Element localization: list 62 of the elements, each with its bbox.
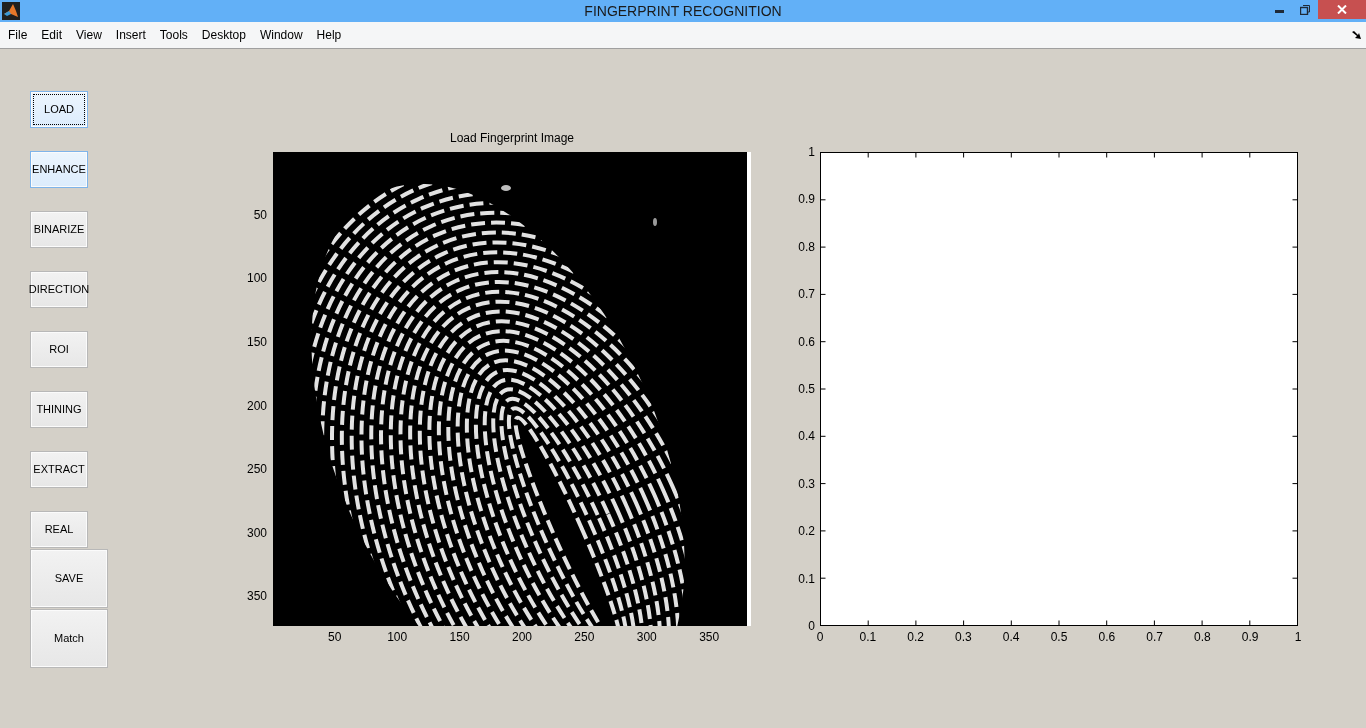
x-tick-label: 0.8 [1194, 630, 1211, 644]
y-tick-label: 0.9 [798, 192, 815, 207]
y-tick-label: 150 [246, 334, 267, 349]
restore-icon [1300, 4, 1310, 15]
x-tick-label: 0.6 [1098, 630, 1116, 644]
x-tick-label: 0.5 [1050, 630, 1068, 644]
y-tick-label: 200 [246, 398, 267, 413]
x-tick-label: 250 [574, 630, 595, 644]
action-button[interactable]: EXTRACT [30, 451, 88, 488]
minimize-icon [1274, 10, 1284, 13]
y-tick-label: 0.1 [798, 571, 815, 586]
x-tick-label: 200 [511, 630, 532, 644]
y-tick-label: 350 [246, 589, 267, 604]
action-button[interactable]: DIRECTION [30, 271, 88, 308]
x-tick-label: 0.1 [859, 630, 877, 644]
x-tick-label: 150 [449, 630, 470, 644]
action-button[interactable]: SAVE [30, 549, 108, 608]
action-button[interactable]: ROI [30, 331, 88, 368]
x-tick-label: 0.3 [955, 630, 972, 644]
window-title: FINGERPRINT RECOGNITION [584, 2, 782, 20]
y-tick-label: 50 [253, 207, 267, 222]
y-tick-label: 0.2 [798, 524, 815, 539]
y-tick-label: 300 [246, 525, 267, 540]
action-button[interactable]: THINING [30, 391, 88, 428]
menu-item[interactable]: Desktop [194, 27, 253, 43]
y-tick-label: 0.8 [798, 239, 815, 254]
y-tick-label: 0 [808, 619, 815, 633]
x-tick-label: 100 [387, 630, 408, 644]
app-logo-icon [2, 2, 20, 20]
close-button[interactable] [1318, 0, 1366, 19]
x-tick-label: 50 [328, 630, 342, 644]
close-icon [1337, 5, 1347, 14]
y-tick-label: 0.6 [798, 334, 815, 349]
x-tick-label: 300 [636, 630, 657, 644]
menu-item[interactable]: View [69, 27, 109, 43]
x-tick-label: 0 [816, 630, 824, 644]
x-tick-label: 0.9 [1241, 630, 1259, 644]
menu-item[interactable]: Help [309, 27, 349, 43]
x-tick-label: 0.4 [1002, 630, 1020, 644]
x-tick-label: 0.2 [907, 630, 924, 644]
y-tick-label: 0.7 [798, 287, 815, 302]
y-tick-label: 0.3 [798, 476, 815, 491]
x-tick-label: 1 [1294, 630, 1302, 644]
arrow-icon[interactable] [1352, 30, 1362, 40]
y-tick-label: 0.5 [798, 382, 815, 396]
axes-title: Load Fingerprint Image [449, 130, 575, 146]
y-tick-label: 1 [808, 145, 815, 159]
menu-item[interactable]: Insert [108, 27, 153, 43]
menu-item[interactable]: Edit [34, 27, 70, 43]
menu-item[interactable]: Window [252, 27, 310, 43]
action-button[interactable]: LOAD [30, 91, 88, 128]
action-button[interactable]: REAL [30, 511, 88, 548]
y-tick-label: 250 [246, 462, 267, 477]
action-button[interactable]: BINARIZE [30, 211, 88, 248]
menu-item[interactable]: File [1, 27, 35, 43]
menu-item[interactable]: Tools [152, 27, 195, 43]
x-tick-label: 350 [699, 630, 720, 644]
y-tick-label: 100 [246, 271, 267, 286]
y-tick-label: 0.4 [798, 429, 815, 444]
x-tick-label: 0.7 [1146, 630, 1163, 644]
action-button[interactable]: Match [30, 609, 108, 668]
action-button[interactable]: ENHANCE [30, 151, 88, 188]
